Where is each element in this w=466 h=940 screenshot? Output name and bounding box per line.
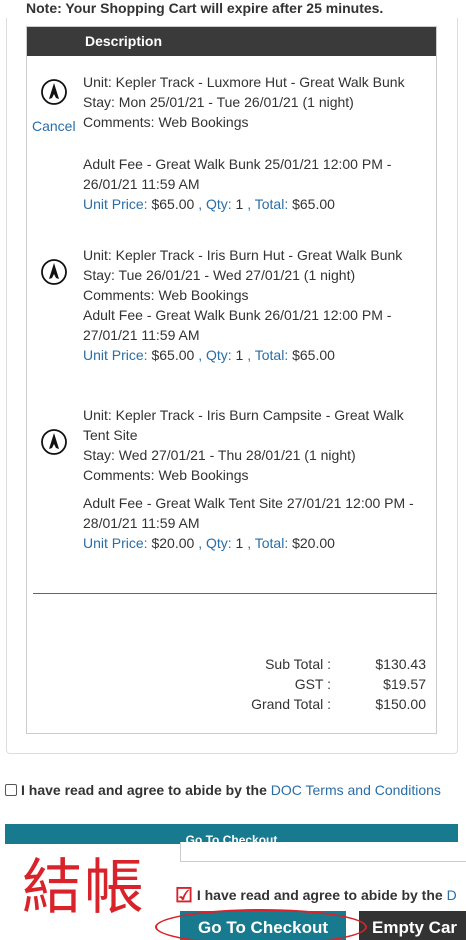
total-label: , Total:	[247, 196, 289, 212]
grand-total-row: Grand Total : $150.00	[27, 694, 436, 714]
subtotal-row: Sub Total : $130.43	[27, 654, 436, 674]
cancel-link[interactable]: Cancel	[32, 118, 76, 134]
gst-label: GST :	[294, 676, 331, 692]
stay-text: Stay: Tue 26/01/21 - Wed 27/01/21 (1 nig…	[83, 267, 356, 283]
subtotal-value: $130.43	[375, 656, 426, 672]
unit-price-value: $20.00	[151, 535, 195, 551]
price-line: Unit Price: $65.00 , Qty: 1 , Total: $65…	[83, 345, 428, 365]
annotation-highlight-oval	[155, 909, 367, 940]
qty-value: 1	[235, 196, 244, 212]
terms-text: I have read and agree to abide by the	[21, 782, 267, 798]
comments-text: Comments: Web Bookings	[83, 114, 249, 130]
gst-value: $19.57	[383, 676, 426, 692]
go-to-checkout-button[interactable]: Go To Checkout	[5, 824, 458, 844]
unit-price-label: Unit Price:	[83, 347, 148, 363]
terms-link[interactable]: DOC Terms and Conditions	[271, 782, 441, 798]
unit-price-label: Unit Price:	[83, 196, 148, 212]
annotation-overlay-box	[180, 842, 466, 862]
annotation-empty-cart-button[interactable]: Empty Car	[359, 911, 466, 940]
cart-item-details: Unit: Kepler Track - Iris Burn Campsite …	[83, 405, 428, 553]
subtotal-label: Sub Total :	[265, 656, 331, 672]
cart-item-details: Unit: Kepler Track - Luxmore Hut - Great…	[83, 72, 428, 214]
red-checkmark-icon[interactable]: ☑	[175, 885, 193, 907]
fee-text: Adult Fee - Great Walk Bunk 25/01/21 12:…	[83, 156, 392, 192]
cart-table: Description Cancel Unit: Kepler Track - …	[26, 26, 437, 734]
fee-text: Adult Fee - Great Walk Tent Site 27/01/2…	[83, 495, 414, 531]
hiker-icon	[41, 259, 67, 285]
total-value: $65.00	[292, 347, 335, 363]
annotation-terms-text: I have read and agree to abide by the	[196, 887, 443, 903]
terms-agreement: I have read and agree to abide by the DO…	[5, 778, 445, 803]
total-label: , Total:	[247, 347, 289, 363]
total-label: , Total:	[247, 535, 289, 551]
fee-text: Adult Fee - Great Walk Bunk 26/01/21 12:…	[83, 307, 392, 343]
price-line: Unit Price: $65.00 , Qty: 1 , Total: $65…	[83, 194, 428, 214]
annotation-terms-link[interactable]: D	[447, 887, 457, 903]
unit-price-value: $65.00	[151, 347, 195, 363]
comments-text: Comments: Web Bookings	[83, 467, 249, 483]
unit-price-value: $65.00	[151, 196, 195, 212]
qty-value: 1	[235, 347, 244, 363]
total-value: $20.00	[292, 535, 335, 551]
hiker-icon	[41, 79, 67, 105]
terms-checkbox[interactable]	[5, 784, 17, 796]
grand-total-label: Grand Total :	[251, 696, 331, 712]
stay-text: Stay: Mon 25/01/21 - Tue 26/01/21 (1 nig…	[83, 94, 354, 110]
table-header-description: Description	[27, 27, 436, 56]
totals-block: Sub Total : $130.43 GST : $19.57 Grand T…	[27, 654, 436, 714]
comments-text: Comments: Web Bookings	[83, 287, 249, 303]
total-value: $65.00	[292, 196, 335, 212]
qty-label: , Qty:	[198, 347, 232, 363]
cart-expiry-note: Note: Your Shopping Cart will expire aft…	[26, 0, 384, 16]
stay-text: Stay: Wed 27/01/21 - Thu 28/01/21 (1 nig…	[83, 447, 356, 463]
totals-divider	[33, 593, 437, 594]
qty-label: , Qty:	[198, 535, 232, 551]
unit-price-label: Unit Price:	[83, 535, 148, 551]
unit-text: Unit: Kepler Track - Luxmore Hut - Great…	[83, 74, 405, 90]
qty-value: 1	[235, 535, 244, 551]
grand-total-value: $150.00	[375, 696, 426, 712]
hiker-icon	[41, 429, 67, 455]
unit-text: Unit: Kepler Track - Iris Burn Campsite …	[83, 407, 404, 443]
qty-label: , Qty:	[198, 196, 232, 212]
annotation-terms-agreement: ☑ I have read and agree to abide by the …	[175, 882, 466, 909]
unit-text: Unit: Kepler Track - Iris Burn Hut - Gre…	[83, 247, 403, 263]
cart-item-details: Unit: Kepler Track - Iris Burn Hut - Gre…	[83, 245, 428, 365]
annotation-checkout-label: 結帳	[22, 853, 146, 923]
price-line: Unit Price: $20.00 , Qty: 1 , Total: $20…	[83, 533, 428, 553]
gst-row: GST : $19.57	[27, 674, 436, 694]
